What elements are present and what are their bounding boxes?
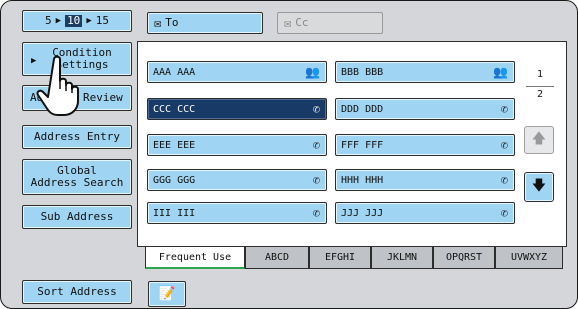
address-review-button[interactable]: Address Review	[22, 85, 132, 111]
play-arrow-icon: ▶	[31, 56, 37, 66]
play-arrow-icon: ▶	[86, 16, 92, 26]
page-current: 1	[536, 69, 544, 80]
entry-name: III III	[153, 207, 196, 219]
tab-efghi[interactable]: EFGHI	[309, 247, 371, 269]
address-entry-jjj[interactable]: JJJ JJJ ✆	[335, 202, 515, 224]
range-selector-button[interactable]: 5 ▶ 10 ▶ 15	[22, 10, 132, 32]
entry-name: HHH HHH	[341, 174, 384, 186]
tab-frequent-use[interactable]: Frequent Use	[145, 247, 245, 269]
envelope-icon: ✉	[284, 16, 292, 30]
phone-icon: ✆	[500, 102, 508, 116]
phone-icon: ✆	[312, 138, 320, 152]
tab-abcd[interactable]: ABCD	[245, 247, 309, 269]
range-start: 5	[45, 14, 52, 27]
entry-name: BBB BBB	[341, 66, 384, 78]
address-entry-button[interactable]: Address Entry	[22, 125, 132, 149]
cc-label: Cc	[295, 16, 309, 29]
page-total: 2	[536, 89, 544, 100]
range-end: 15	[95, 14, 109, 27]
entry-name: FFF FFF	[341, 139, 384, 151]
tab-jklmn[interactable]: JKLMN	[371, 247, 433, 269]
entry-name: EEE EEE	[153, 139, 196, 151]
cc-button[interactable]: ✉ Cc	[277, 12, 383, 34]
edit-book-icon: 📝	[158, 286, 176, 302]
phone-icon: ✆	[500, 173, 508, 187]
group-icon: 👥	[305, 65, 320, 79]
edit-address-button[interactable]: 📝	[148, 281, 186, 307]
entry-name: JJJ JJJ	[341, 207, 384, 219]
global-label-line2: Address Search	[30, 176, 124, 189]
phone-icon: ✆	[500, 206, 508, 220]
sub-address-label: Sub Address	[40, 210, 114, 223]
scroll-up-button[interactable]: 🡅	[524, 126, 554, 154]
group-icon: 👥	[493, 65, 508, 79]
range-current: 10	[65, 14, 83, 27]
play-arrow-icon: ▶	[55, 16, 62, 26]
phone-icon: ✆	[500, 138, 508, 152]
sort-address-button[interactable]: Sort Address	[22, 280, 132, 304]
envelope-icon: ✉	[154, 16, 162, 30]
address-entry-aaa[interactable]: AAA AAA 👥	[147, 61, 327, 83]
address-entry-label: Address Entry	[33, 130, 121, 143]
phone-icon: ✆	[312, 206, 320, 220]
down-arrow-icon: 🡇	[531, 179, 547, 194]
address-review-label: Address Review	[30, 91, 123, 104]
tab-opqrst[interactable]: OPQRST	[433, 247, 495, 269]
page-divider	[526, 86, 554, 87]
to-label: To	[165, 16, 179, 29]
scroll-down-button[interactable]: 🡇	[524, 172, 554, 202]
entry-name: AAA AAA	[153, 66, 196, 78]
sub-address-button[interactable]: Sub Address	[22, 205, 132, 229]
tab-uvwxyz[interactable]: UVWXYZ	[495, 247, 563, 269]
address-entry-ggg[interactable]: GGG GGG ✆	[147, 169, 327, 191]
address-entry-fff[interactable]: FFF FFF ✆	[335, 134, 515, 156]
to-button[interactable]: ✉ To	[147, 12, 263, 34]
address-entry-iii[interactable]: III III ✆	[147, 202, 327, 224]
address-entry-ccc[interactable]: CCC CCC ✆	[147, 98, 327, 120]
phone-icon: ✆	[312, 173, 320, 187]
condition-settings-button[interactable]: ▶ Condition Settings	[22, 42, 132, 76]
global-address-search-button[interactable]: Global Address Search	[22, 159, 132, 195]
address-entry-hhh[interactable]: HHH HHH ✆	[335, 169, 515, 191]
address-entry-eee[interactable]: EEE EEE ✆	[147, 134, 327, 156]
condition-label-line2: Settings	[55, 58, 109, 71]
entry-name: DDD DDD	[341, 103, 384, 115]
address-entry-ddd[interactable]: DDD DDD ✆	[335, 98, 515, 120]
phone-icon: ✆	[312, 102, 320, 116]
entry-name: GGG GGG	[153, 174, 196, 186]
sort-address-label: Sort Address	[37, 285, 117, 298]
address-entry-bbb[interactable]: BBB BBB 👥	[335, 61, 515, 83]
entry-name: CCC CCC	[153, 103, 196, 115]
up-arrow-icon: 🡅	[531, 132, 547, 147]
address-book-panel: 5 ▶ 10 ▶ 15 ✉ To ✉ Cc ▶ Condition Settin…	[0, 0, 578, 309]
index-tabs: Frequent Use ABCD EFGHI JKLMN OPQRST UVW…	[145, 247, 563, 269]
